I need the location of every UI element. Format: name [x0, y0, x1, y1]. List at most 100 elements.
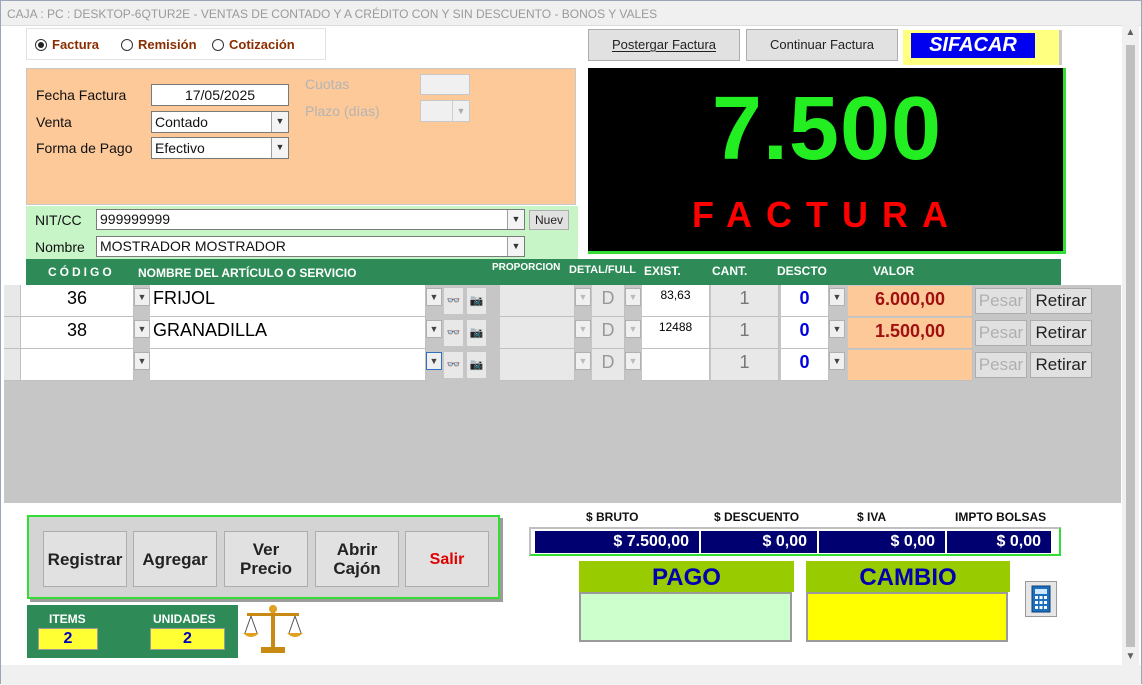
nombre-select[interactable]: MOSTRADOR MOSTRADOR ▼	[96, 236, 525, 257]
bolsas-value: $ 0,00	[947, 531, 1051, 553]
row-selector[interactable]	[4, 349, 21, 381]
forma-pago-select[interactable]: Efectivo ▼	[151, 137, 289, 159]
chevron-down-icon[interactable]: ▼	[575, 352, 591, 370]
descto-cell[interactable]: 0	[781, 285, 829, 317]
col-nombre: NOMBRE DEL ARTÍCULO O SERVICIO	[138, 266, 357, 280]
plazo-select[interactable]: ▼	[420, 100, 470, 122]
chevron-down-icon[interactable]: ▼	[134, 320, 150, 338]
glasses-icon[interactable]: 👓	[444, 288, 463, 314]
scroll-up-icon[interactable]: ▲	[1122, 25, 1139, 41]
proporcion-cell[interactable]	[500, 285, 575, 317]
nit-select[interactable]: 999999999 ▼	[96, 209, 525, 230]
chevron-down-icon[interactable]: ▼	[271, 112, 288, 132]
chevron-down-icon[interactable]: ▼	[134, 352, 150, 370]
nuevo-cliente-button[interactable]: Nuev	[529, 210, 569, 230]
postergar-factura-button[interactable]: Postergar Factura	[588, 29, 740, 61]
actions-panel: Registrar Agregar Ver Precio Abrir Cajón…	[27, 515, 500, 599]
venta-select[interactable]: Contado ▼	[151, 111, 289, 133]
valor-cell	[847, 349, 973, 381]
codigo-cell[interactable]: 38	[21, 317, 134, 349]
col-cant: CANT.	[712, 264, 748, 278]
chevron-down-icon[interactable]: ▼	[426, 320, 442, 338]
chevron-down-icon[interactable]: ▼	[507, 210, 524, 229]
vertical-scrollbar[interactable]: ▲ ▼	[1122, 25, 1139, 665]
radio-remision[interactable]: Remisión	[121, 37, 197, 52]
table-row[interactable]: ▼ ▼ 👓 📷 ▼ D ▼ 1 0 ▼ Pesar Retirar	[4, 349, 1121, 381]
table-row[interactable]: 36 ▼ FRIJOL ▼ 👓 📷 ▼ D ▼ 83,63 1 0 ▼ 6.00…	[4, 285, 1121, 317]
nombre-cell[interactable]: FRIJOL	[150, 285, 426, 317]
chevron-down-icon[interactable]: ▼	[271, 138, 288, 158]
ver-precio-button[interactable]: Ver Precio	[224, 531, 308, 587]
chevron-down-icon[interactable]: ▼	[134, 288, 150, 306]
chevron-down-icon[interactable]: ▼	[625, 352, 641, 370]
col-detal-full: DETAL/FULL	[569, 264, 637, 276]
chevron-down-icon[interactable]: ▼	[575, 320, 591, 338]
radio-factura[interactable]: Factura	[35, 37, 99, 52]
radio-empty-icon	[121, 38, 133, 51]
unidades-value: 2	[150, 628, 225, 650]
chevron-down-icon[interactable]: ▼	[575, 288, 591, 306]
codigo-cell[interactable]	[21, 349, 134, 381]
chevron-down-icon[interactable]: ▼	[507, 237, 524, 256]
nombre-label: Nombre	[35, 239, 85, 255]
proporcion-cell[interactable]	[500, 349, 575, 381]
chevron-down-icon[interactable]: ▼	[829, 320, 845, 338]
camera-icon[interactable]: 📷	[467, 352, 486, 378]
continuar-factura-button[interactable]: Continuar Factura	[746, 29, 898, 61]
chevron-down-icon[interactable]: ▼	[452, 101, 469, 121]
proporcion-cell[interactable]	[500, 317, 575, 349]
descto-cell[interactable]: 0	[781, 317, 829, 349]
radio-cotizacion[interactable]: Cotización	[212, 37, 295, 52]
retirar-button[interactable]: Retirar	[1030, 320, 1092, 346]
camera-icon[interactable]: 📷	[467, 320, 486, 346]
chevron-down-icon[interactable]: ▼	[829, 352, 845, 370]
nombre-cell[interactable]: GRANADILLA	[150, 317, 426, 349]
cant-cell[interactable]: 1	[711, 349, 779, 381]
nombre-cell[interactable]	[150, 349, 426, 381]
cant-cell[interactable]: 1	[711, 285, 779, 317]
chevron-down-icon[interactable]: ▼	[829, 288, 845, 306]
agregar-button[interactable]: Agregar	[133, 531, 217, 587]
total-display: 7.500 FACTURA	[588, 68, 1066, 254]
scrollbar-thumb[interactable]	[1126, 45, 1135, 647]
total-amount: 7.500	[711, 79, 943, 179]
calculator-icon[interactable]	[1025, 581, 1057, 617]
cant-cell[interactable]: 1	[711, 317, 779, 349]
table-row[interactable]: 38 ▼ GRANADILLA ▼ 👓 📷 ▼ D ▼ 12488 1 0 ▼ …	[4, 317, 1121, 349]
retirar-button[interactable]: Retirar	[1030, 352, 1092, 378]
fecha-input[interactable]: 17/05/2025	[151, 84, 289, 106]
valor-cell: 1.500,00	[847, 317, 973, 349]
bruto-label: $ BRUTO	[586, 510, 639, 524]
bolsas-label: IMPTO BOLSAS	[955, 510, 1047, 524]
glasses-icon[interactable]: 👓	[444, 352, 463, 378]
glasses-icon[interactable]: 👓	[444, 320, 463, 346]
retirar-button[interactable]: Retirar	[1030, 288, 1092, 314]
chevron-down-icon[interactable]: ▼	[426, 352, 442, 370]
forma-pago-label: Forma de Pago	[36, 140, 133, 156]
pesar-button[interactable]: Pesar	[975, 352, 1027, 378]
descuento-label: $ DESCUENTO	[714, 510, 800, 524]
codigo-cell[interactable]: 36	[21, 285, 134, 317]
chevron-down-icon[interactable]: ▼	[625, 320, 641, 338]
scroll-down-icon[interactable]: ▼	[1122, 649, 1139, 665]
abrir-cajon-button[interactable]: Abrir Cajón	[315, 531, 399, 587]
pesar-button[interactable]: Pesar	[975, 320, 1027, 346]
cuotas-input[interactable]	[420, 74, 470, 95]
registrar-button[interactable]: Registrar	[43, 531, 127, 587]
plazo-label: Plazo (días)	[305, 103, 380, 119]
detal-cell[interactable]: D	[592, 349, 625, 381]
detal-cell[interactable]: D	[592, 317, 625, 349]
chevron-down-icon[interactable]: ▼	[625, 288, 641, 306]
scale-icon[interactable]	[241, 601, 305, 657]
chevron-down-icon[interactable]: ▼	[426, 288, 442, 306]
pesar-button[interactable]: Pesar	[975, 288, 1027, 314]
descuento-value: $ 0,00	[701, 531, 817, 553]
row-selector[interactable]	[4, 285, 21, 317]
detal-cell[interactable]: D	[592, 285, 625, 317]
row-selector[interactable]	[4, 317, 21, 349]
pago-input[interactable]	[579, 592, 792, 642]
exist-cell	[642, 349, 710, 381]
camera-icon[interactable]: 📷	[467, 288, 486, 314]
descto-cell[interactable]: 0	[781, 349, 829, 381]
salir-button[interactable]: Salir	[405, 531, 489, 587]
